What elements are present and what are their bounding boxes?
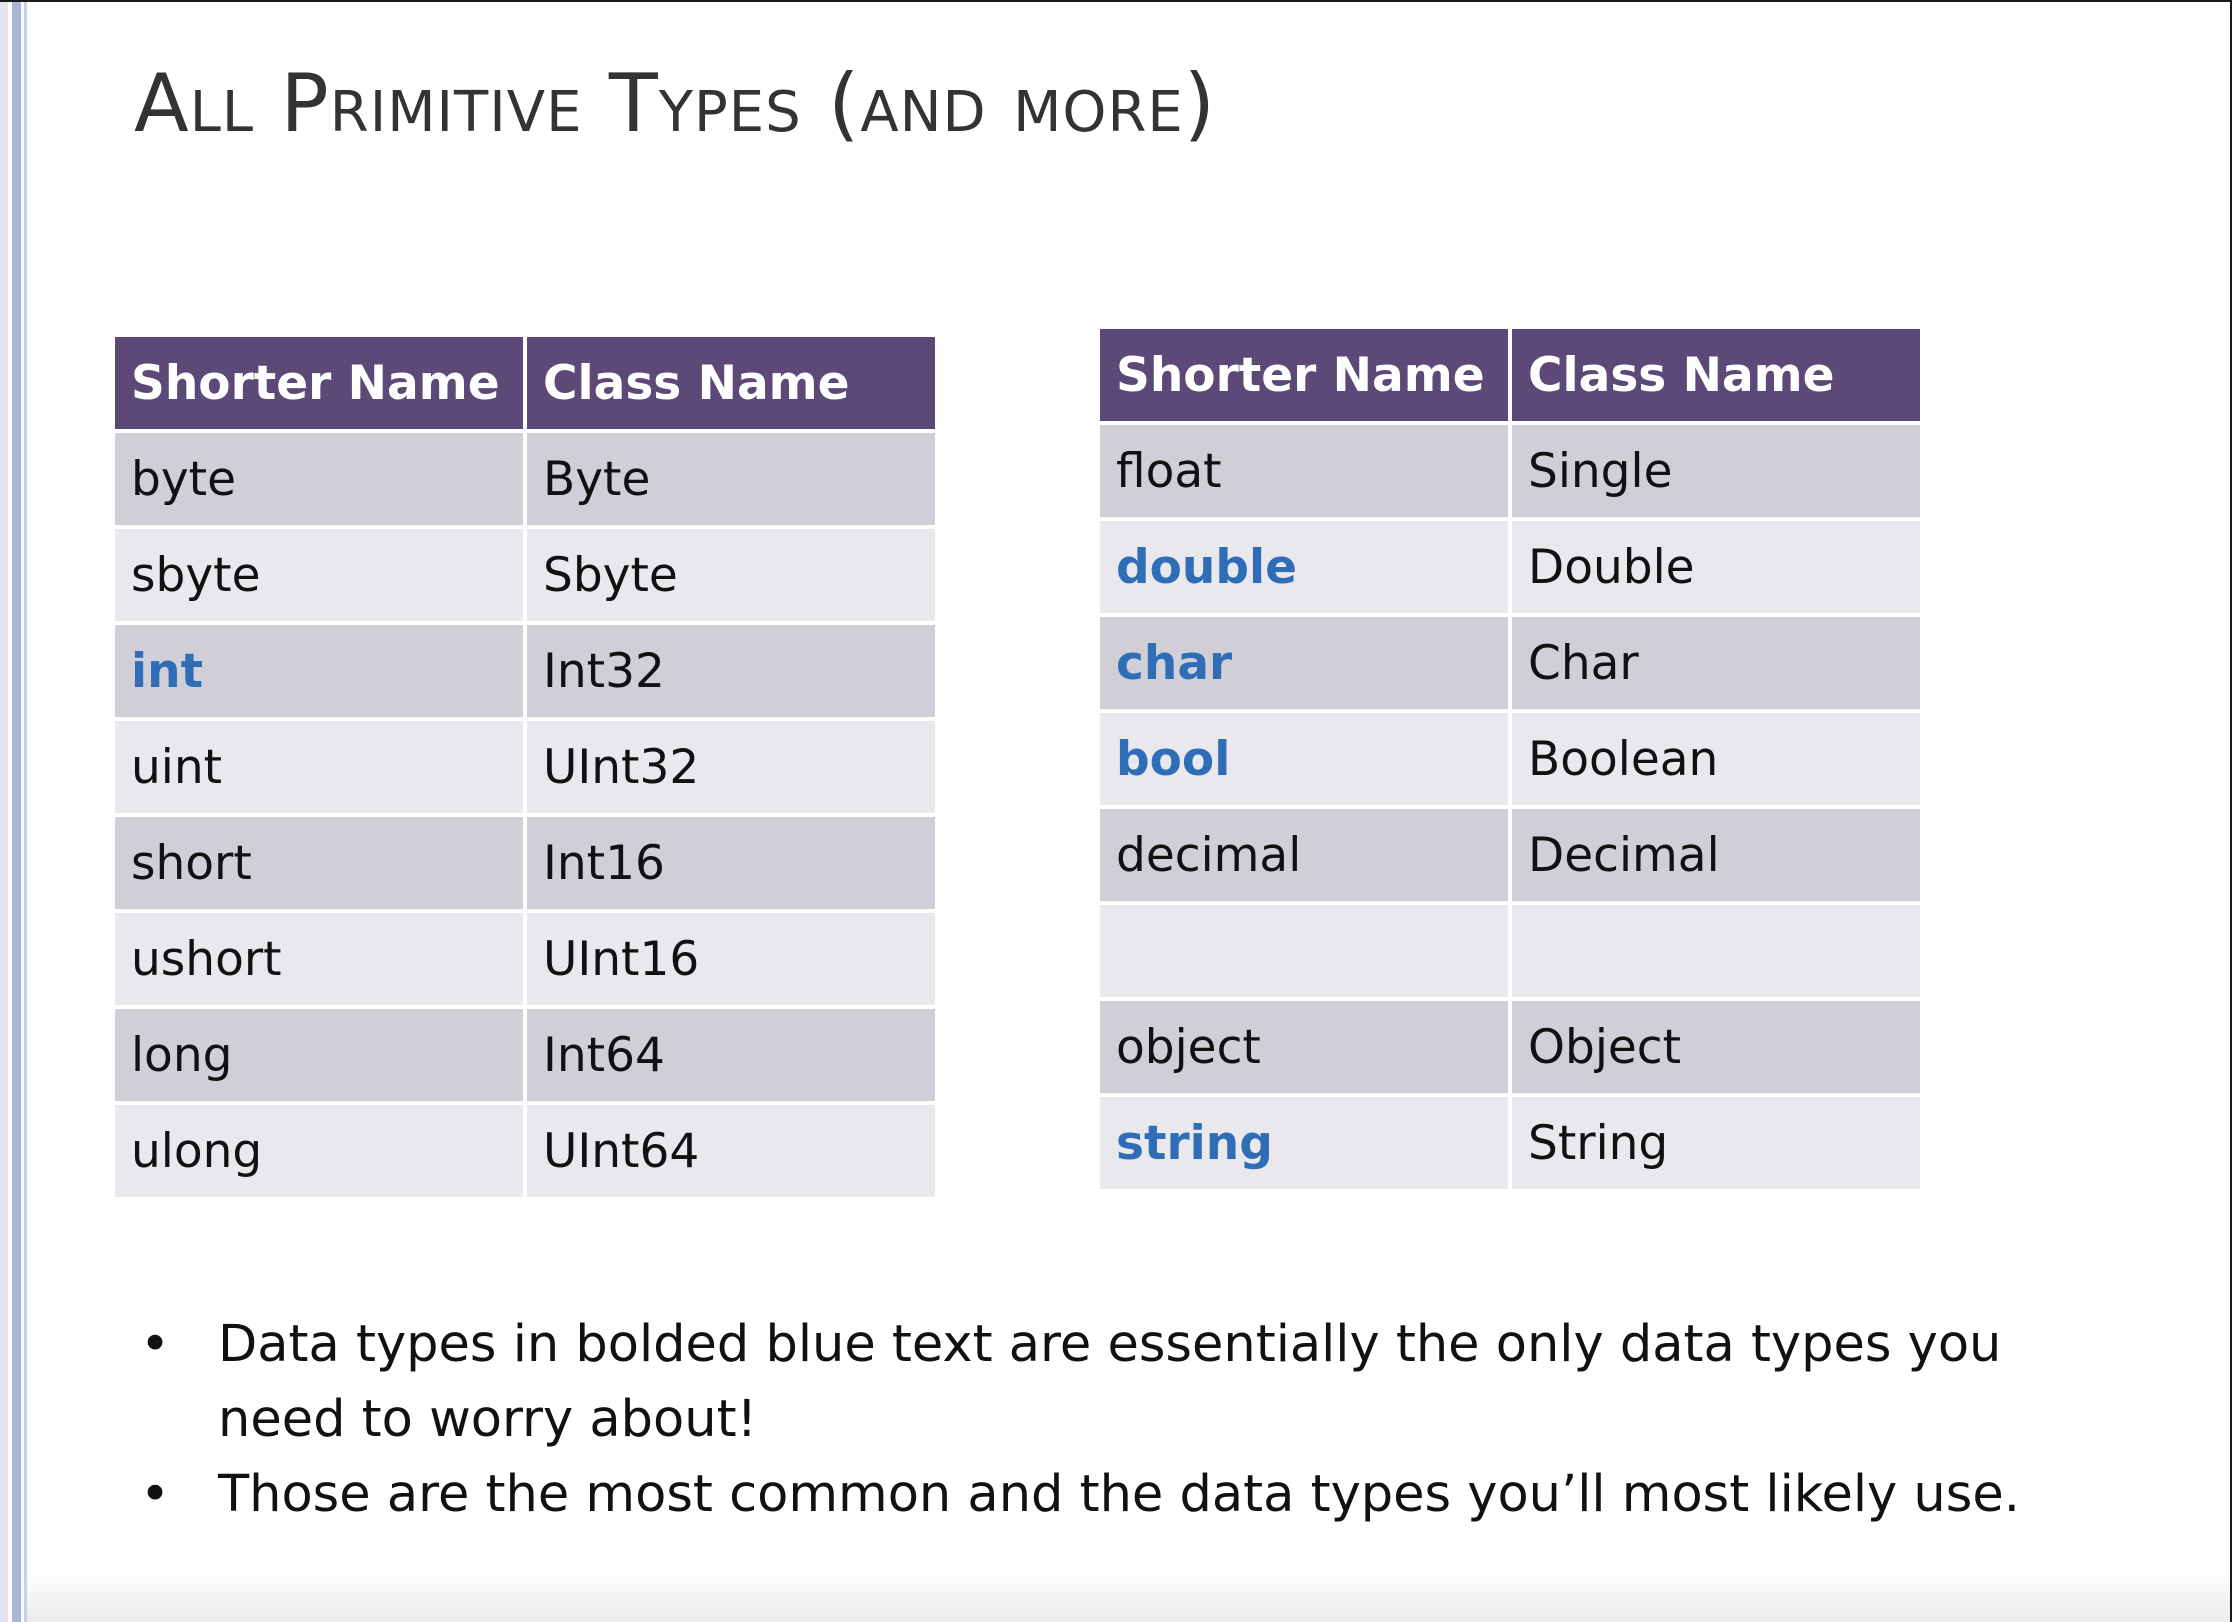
cell-class-name: Char <box>1512 617 1920 709</box>
note-text: Those are the most common and the data t… <box>218 1465 2020 1524</box>
cell-class-name: Byte <box>527 433 935 525</box>
note-item: • Those are the most common and the data… <box>140 1457 2140 1532</box>
cell-class-name: Int64 <box>527 1009 935 1101</box>
cell-shorter-name-highlighted: bool <box>1100 713 1508 805</box>
column-header-class-name: Class Name <box>527 337 935 429</box>
cell-class-name: Int16 <box>527 817 935 909</box>
table-row: double Double <box>1100 521 1920 613</box>
column-header-shorter-name: Shorter Name <box>1100 329 1508 421</box>
cell-shorter-name-highlighted: double <box>1100 521 1508 613</box>
slide-title: All Primitive Types (and more) <box>134 57 1216 150</box>
cell-class-name-empty <box>1512 905 1920 997</box>
slide-bottom-shadow <box>27 1570 2230 1622</box>
cell-class-name: Decimal <box>1512 809 1920 901</box>
cell-class-name: UInt64 <box>527 1105 935 1197</box>
cell-shorter-name: byte <box>115 433 523 525</box>
cell-shorter-name: sbyte <box>115 529 523 621</box>
cell-class-name: String <box>1512 1097 1920 1189</box>
cell-shorter-name: long <box>115 1009 523 1101</box>
bullet-icon: • <box>140 1465 171 1524</box>
table-row-empty <box>1100 905 1920 997</box>
slide: All Primitive Types (and more) Shorter N… <box>0 0 2232 1622</box>
table-row: sbyte Sbyte <box>115 529 935 621</box>
cell-shorter-name-highlighted: char <box>1100 617 1508 709</box>
table-row: long Int64 <box>115 1009 935 1101</box>
table-row: string String <box>1100 1097 1920 1189</box>
primitive-types-table-right: Shorter Name Class Name float Single dou… <box>1096 325 1924 1193</box>
cell-shorter-name-empty <box>1100 905 1508 997</box>
cell-class-name: Double <box>1512 521 1920 613</box>
table-row: float Single <box>1100 425 1920 517</box>
slide-left-border-inner <box>24 2 27 1622</box>
slide-left-border <box>0 2 8 1622</box>
primitive-types-table-left: Shorter Name Class Name byte Byte sbyte … <box>111 333 939 1201</box>
table-row: uint UInt32 <box>115 721 935 813</box>
table-row: int Int32 <box>115 625 935 717</box>
cell-class-name: Object <box>1512 1001 1920 1093</box>
note-text: Data types in bolded blue text are essen… <box>218 1315 2002 1449</box>
table-header-row: Shorter Name Class Name <box>115 337 935 429</box>
cell-shorter-name: ulong <box>115 1105 523 1197</box>
cell-class-name: Boolean <box>1512 713 1920 805</box>
note-item: • Data types in bolded blue text are ess… <box>140 1307 2140 1457</box>
column-header-shorter-name: Shorter Name <box>115 337 523 429</box>
notes-bullet-list: • Data types in bolded blue text are ess… <box>140 1307 2140 1532</box>
slide-left-border-accent <box>12 2 21 1622</box>
table-row: object Object <box>1100 1001 1920 1093</box>
table-row: ulong UInt64 <box>115 1105 935 1197</box>
table-header-row: Shorter Name Class Name <box>1100 329 1920 421</box>
bullet-icon: • <box>140 1315 171 1374</box>
cell-shorter-name: short <box>115 817 523 909</box>
cell-class-name: UInt32 <box>527 721 935 813</box>
table-row: short Int16 <box>115 817 935 909</box>
cell-shorter-name: float <box>1100 425 1508 517</box>
cell-class-name: Single <box>1512 425 1920 517</box>
cell-shorter-name: ushort <box>115 913 523 1005</box>
cell-shorter-name: object <box>1100 1001 1508 1093</box>
table-row: ushort UInt16 <box>115 913 935 1005</box>
cell-shorter-name-highlighted: string <box>1100 1097 1508 1189</box>
cell-class-name: Int32 <box>527 625 935 717</box>
column-header-class-name: Class Name <box>1512 329 1920 421</box>
cell-class-name: Sbyte <box>527 529 935 621</box>
table-row: char Char <box>1100 617 1920 709</box>
cell-shorter-name: uint <box>115 721 523 813</box>
table-row: bool Boolean <box>1100 713 1920 805</box>
cell-shorter-name: decimal <box>1100 809 1508 901</box>
table-row: decimal Decimal <box>1100 809 1920 901</box>
cell-shorter-name-highlighted: int <box>115 625 523 717</box>
table-row: byte Byte <box>115 433 935 525</box>
cell-class-name: UInt16 <box>527 913 935 1005</box>
